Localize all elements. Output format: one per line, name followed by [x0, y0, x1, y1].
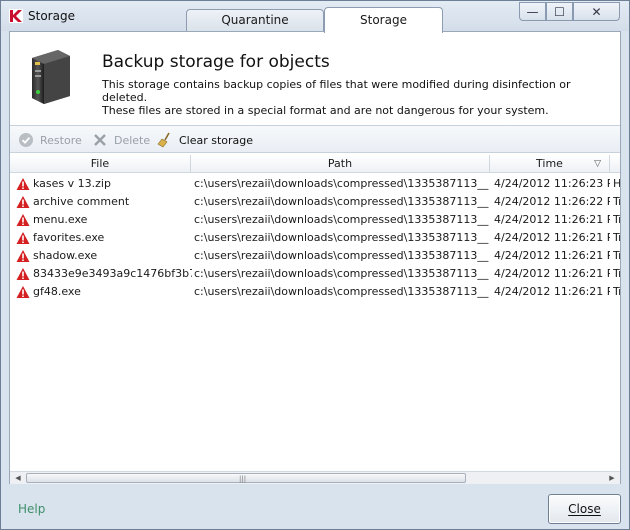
storage-table: File Path Time ▽ kases v 13.zip c:\users…: [10, 155, 620, 471]
help-link[interactable]: Help: [18, 502, 45, 516]
file-name: menu.exe: [33, 213, 88, 226]
table-row[interactable]: menu.exe c:\users\rezaii\downloads\compr…: [10, 211, 620, 229]
file-time: 4/24/2012 11:26:21 PM: [494, 213, 610, 226]
table-row[interactable]: kases v 13.zip c:\users\rezaii\downloads…: [10, 175, 620, 193]
file-time: 4/24/2012 11:26:21 PM: [494, 249, 610, 262]
file-time: 4/24/2012 11:26:23 PM: [494, 177, 610, 190]
warning-icon: [16, 268, 30, 280]
clear-storage-button[interactable]: Clear storage: [157, 131, 253, 149]
file-path: c:\users\rezaii\downloads\compressed\133…: [194, 195, 489, 208]
file-path: c:\users\rezaii\downloads\compressed\133…: [194, 213, 489, 226]
file-extra: Tr: [613, 231, 620, 244]
description-line-2: These files are stored in a special form…: [102, 104, 549, 117]
table-row[interactable]: shadow.exe c:\users\rezaii\downloads\com…: [10, 247, 620, 265]
maximize-icon: ☐: [554, 4, 565, 19]
delete-x-icon: [92, 132, 108, 148]
tab-storage[interactable]: Storage: [324, 7, 443, 33]
close-button-label: Close: [568, 502, 601, 516]
storage-panel: Backup storage for objects This storage …: [9, 31, 621, 484]
storage-toolbar: Restore Delete Clear storage: [10, 125, 620, 153]
scroll-left-arrow-icon[interactable]: ◀: [12, 473, 24, 484]
file-extra: Tr: [613, 213, 620, 226]
table-row[interactable]: favorites.exe c:\users\rezaii\downloads\…: [10, 229, 620, 247]
scroll-right-arrow-icon[interactable]: ▶: [606, 473, 618, 484]
description-line-1: This storage contains backup copies of f…: [102, 78, 571, 104]
window-title: Storage: [28, 9, 75, 23]
column-header-time[interactable]: Time ▽: [490, 155, 610, 173]
table-row[interactable]: archive comment c:\users\rezaii\download…: [10, 193, 620, 211]
delete-label: Delete: [114, 133, 151, 147]
file-path: c:\users\rezaii\downloads\compressed\133…: [194, 231, 489, 244]
scrollbar-thumb[interactable]: |||: [26, 473, 466, 483]
file-time: 4/24/2012 11:26:22 PM: [494, 195, 610, 208]
table-row[interactable]: gf48.exe c:\users\rezaii\downloads\compr…: [10, 283, 620, 301]
warning-icon: [16, 286, 30, 298]
file-extra: Tr: [613, 267, 620, 280]
table-row[interactable]: 83433e9e3493a9c1476bf3b7... c:\users\rez…: [10, 265, 620, 283]
file-time: 4/24/2012 11:26:21 PM: [494, 285, 610, 298]
restore-button[interactable]: Restore: [18, 131, 82, 149]
file-time: 4/24/2012 11:26:21 PM: [494, 267, 610, 280]
warning-icon: [16, 178, 30, 190]
column-header-time-label: Time: [536, 157, 563, 170]
restore-check-icon: [18, 132, 34, 148]
storage-window: Storage Quarantine Storage — ☐ ✕ Backup …: [0, 0, 630, 530]
file-name: kases v 13.zip: [33, 177, 111, 190]
file-name: gf48.exe: [33, 285, 81, 298]
title-bar: Storage Quarantine Storage — ☐ ✕: [1, 1, 629, 33]
warning-icon: [16, 250, 30, 262]
maximize-button[interactable]: ☐: [546, 2, 573, 21]
file-name: 83433e9e3493a9c1476bf3b7...: [33, 267, 192, 280]
column-header-file[interactable]: File: [10, 155, 191, 173]
table-header: File Path Time ▽: [10, 155, 620, 173]
file-extra: H: [613, 177, 620, 190]
scrollbar-grip-icon: |||: [239, 475, 247, 483]
file-path: c:\users\rezaii\downloads\compressed\133…: [194, 285, 489, 298]
restore-label: Restore: [40, 133, 82, 147]
tab-quarantine[interactable]: Quarantine: [186, 9, 324, 32]
file-name: shadow.exe: [33, 249, 98, 262]
storage-header: Backup storage for objects This storage …: [10, 32, 620, 124]
file-time: 4/24/2012 11:26:21 PM: [494, 231, 610, 244]
file-path: c:\users\rezaii\downloads\compressed\133…: [194, 249, 489, 262]
file-name: archive comment: [33, 195, 130, 208]
column-header-extra[interactable]: [610, 155, 620, 173]
horizontal-scrollbar[interactable]: ◀ ||| ▶: [10, 471, 620, 484]
broom-icon: [157, 132, 173, 148]
column-header-path[interactable]: Path: [191, 155, 490, 173]
close-icon: ✕: [591, 4, 602, 19]
clear-storage-label: Clear storage: [179, 133, 254, 147]
warning-icon: [16, 232, 30, 244]
file-extra: Tr: [613, 249, 620, 262]
minimize-icon: —: [526, 4, 539, 19]
warning-icon: [16, 196, 30, 208]
page-description: This storage contains backup copies of f…: [102, 78, 612, 117]
window-close-button[interactable]: ✕: [573, 2, 620, 21]
delete-button[interactable]: Delete: [92, 131, 150, 149]
file-path: c:\users\rezaii\downloads\compressed\133…: [194, 267, 489, 280]
file-path: c:\users\rezaii\downloads\compressed\133…: [194, 177, 489, 190]
file-extra: Tr: [613, 195, 620, 208]
file-extra: Tr: [613, 285, 620, 298]
kaspersky-app-icon: [9, 9, 23, 23]
server-storage-icon: [32, 50, 70, 104]
minimize-button[interactable]: —: [519, 2, 546, 21]
sort-descending-icon: ▽: [594, 159, 601, 169]
close-button[interactable]: Close: [548, 494, 621, 524]
warning-icon: [16, 214, 30, 226]
page-title: Backup storage for objects: [102, 52, 330, 72]
file-name: favorites.exe: [33, 231, 105, 244]
